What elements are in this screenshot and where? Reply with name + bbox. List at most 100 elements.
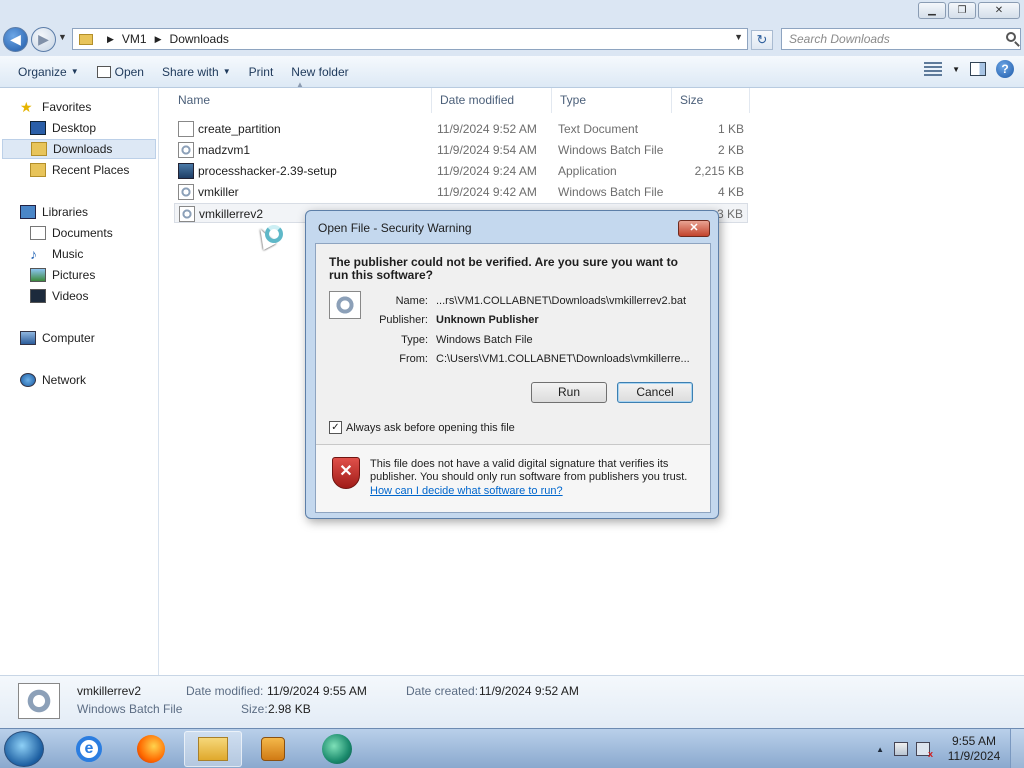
- breadcrumb-vm1[interactable]: VM1: [122, 32, 147, 46]
- nav-label: Network: [42, 373, 87, 387]
- column-header-type[interactable]: Type: [552, 88, 672, 113]
- close-button[interactable]: ✕: [978, 2, 1020, 19]
- taskbar-browser[interactable]: [308, 731, 366, 767]
- publisher-label: Publisher:: [379, 314, 428, 326]
- nav-music[interactable]: ♪ Music: [30, 244, 83, 264]
- media-player-icon: [261, 737, 285, 761]
- address-dropdown-icon[interactable]: ▼: [734, 32, 743, 42]
- file-name: madzvm1: [198, 143, 251, 157]
- recent-places-icon: [30, 163, 46, 177]
- recent-pages-dropdown[interactable]: ▼: [58, 32, 67, 42]
- batch-file-icon: [18, 683, 60, 719]
- taskbar-file-explorer[interactable]: [184, 731, 242, 767]
- taskbar-internet-explorer[interactable]: e: [60, 731, 118, 767]
- back-button[interactable]: ◀: [3, 27, 28, 52]
- file-row[interactable]: madzvm1 11/9/2024 9:54 AM Windows Batch …: [174, 140, 748, 160]
- run-button[interactable]: Run: [531, 382, 607, 403]
- forward-button[interactable]: ▶: [31, 27, 56, 52]
- refresh-button[interactable]: ↻: [751, 30, 773, 50]
- libraries-icon: [20, 205, 36, 219]
- views-icon[interactable]: [924, 62, 943, 76]
- nav-pictures[interactable]: Pictures: [30, 265, 95, 285]
- warning-text: This file does not have a valid digital …: [370, 458, 688, 483]
- file-date: 11/9/2024 9:52 AM: [437, 122, 537, 136]
- network-status-icon[interactable]: [894, 742, 908, 756]
- nav-downloads[interactable]: Downloads: [2, 139, 156, 159]
- help-link[interactable]: How can I decide what software to run?: [370, 485, 563, 497]
- file-row[interactable]: processhacker-2.39-setup 11/9/2024 9:24 …: [174, 161, 748, 181]
- details-file-type: Windows Batch File: [77, 702, 183, 716]
- nav-label: Favorites: [42, 100, 92, 114]
- name-label: Name:: [395, 295, 428, 307]
- file-name: create_partition: [198, 122, 281, 136]
- taskbar-firefox[interactable]: [122, 731, 180, 767]
- share-with-button[interactable]: Share with ▼: [154, 60, 239, 84]
- dialog-close-button[interactable]: ✕: [678, 220, 710, 237]
- file-row[interactable]: vmkiller 11/9/2024 9:42 AM Windows Batch…: [174, 182, 748, 202]
- start-button[interactable]: [4, 731, 44, 767]
- security-warning-dialog: Open File - Security Warning ✕ The publi…: [305, 210, 719, 519]
- column-header-name[interactable]: Name: [170, 88, 432, 113]
- column-header-size[interactable]: Size: [672, 88, 750, 113]
- nav-documents[interactable]: Documents: [30, 223, 113, 243]
- file-type: Windows Batch File: [558, 185, 664, 199]
- type-label: Type:: [401, 334, 428, 346]
- show-hidden-icons-icon[interactable]: ▲: [876, 745, 884, 754]
- nav-recent-places[interactable]: Recent Places: [30, 160, 129, 180]
- from-value: C:\Users\VM1.COLLABNET\Downloads\vmkille…: [436, 353, 690, 365]
- nav-videos[interactable]: Videos: [30, 286, 88, 306]
- file-explorer-icon: [198, 737, 228, 761]
- clock[interactable]: 9:55 AM 11/9/2024: [938, 734, 1010, 764]
- file-type: Application: [558, 164, 617, 178]
- nav-computer[interactable]: Computer: [20, 328, 95, 348]
- always-ask-checkbox-row[interactable]: ✓ Always ask before opening this file: [329, 421, 515, 434]
- cancel-button[interactable]: Cancel: [617, 382, 693, 403]
- breadcrumb-arrow-icon[interactable]: ▶: [107, 34, 114, 45]
- nav-label: Music: [52, 247, 84, 261]
- organize-button[interactable]: Organize ▼: [10, 60, 87, 84]
- details-date-created-label: Date created:: [406, 684, 479, 698]
- address-bar[interactable]: ▶ VM1 ▶ Downloads ▼: [72, 28, 748, 50]
- nav-libraries[interactable]: Libraries: [20, 202, 88, 222]
- search-input[interactable]: Search Downloads: [781, 28, 1021, 50]
- navigation-pane: ★ Favorites Desktop Downloads Recent Plac…: [0, 88, 159, 675]
- chevron-down-icon: ▼: [70, 66, 79, 76]
- always-ask-checkbox[interactable]: ✓: [329, 421, 342, 434]
- help-icon[interactable]: ?: [996, 60, 1014, 78]
- nav-desktop[interactable]: Desktop: [30, 118, 96, 138]
- breadcrumb-downloads[interactable]: Downloads: [170, 32, 229, 46]
- details-date-modified: 11/9/2024 9:55 AM: [267, 684, 367, 698]
- folder-icon: [79, 33, 93, 45]
- nav-label: Videos: [52, 289, 89, 303]
- from-label: From:: [399, 353, 428, 365]
- file-row[interactable]: create_partition 11/9/2024 9:52 AM Text …: [174, 119, 748, 139]
- preview-pane-icon[interactable]: [970, 62, 986, 76]
- pictures-icon: [30, 268, 46, 282]
- internet-explorer-icon: e: [76, 736, 102, 762]
- breadcrumb-arrow-icon[interactable]: ▶: [155, 34, 162, 45]
- minimize-button[interactable]: ▁: [918, 2, 946, 19]
- maximize-button[interactable]: ❐: [948, 2, 976, 19]
- busy-spinner-icon: [265, 225, 283, 243]
- search-icon[interactable]: [1006, 32, 1016, 42]
- music-icon: ♪: [30, 246, 37, 262]
- print-button[interactable]: Print: [241, 60, 282, 84]
- always-ask-label[interactable]: Always ask before opening this file: [346, 422, 515, 434]
- volume-muted-icon[interactable]: [916, 742, 933, 759]
- warning-area: ✕ This file does not have a valid digita…: [316, 445, 710, 512]
- open-button[interactable]: Open: [89, 60, 152, 84]
- new-folder-button[interactable]: New folder: [283, 60, 356, 84]
- address-row: ◀ ▶ ▼ ▶ VM1 ▶ Downloads ▼ ↻ Search Downl…: [0, 24, 1024, 56]
- nav-favorites[interactable]: ★ Favorites: [20, 97, 91, 117]
- column-header-date-modified[interactable]: Date modified: [432, 88, 552, 113]
- details-file-name: vmkillerrev2: [77, 684, 142, 698]
- show-desktop-button[interactable]: [1010, 729, 1024, 768]
- downloads-folder-icon: [31, 142, 47, 156]
- nav-label: Pictures: [52, 268, 96, 282]
- taskbar-media-player[interactable]: [244, 731, 302, 767]
- nav-network[interactable]: Network: [20, 370, 86, 390]
- star-icon: ★: [20, 99, 33, 115]
- nav-label: Documents: [52, 226, 113, 240]
- chevron-down-icon[interactable]: ▼: [952, 65, 960, 74]
- file-type: Text Document: [558, 122, 639, 136]
